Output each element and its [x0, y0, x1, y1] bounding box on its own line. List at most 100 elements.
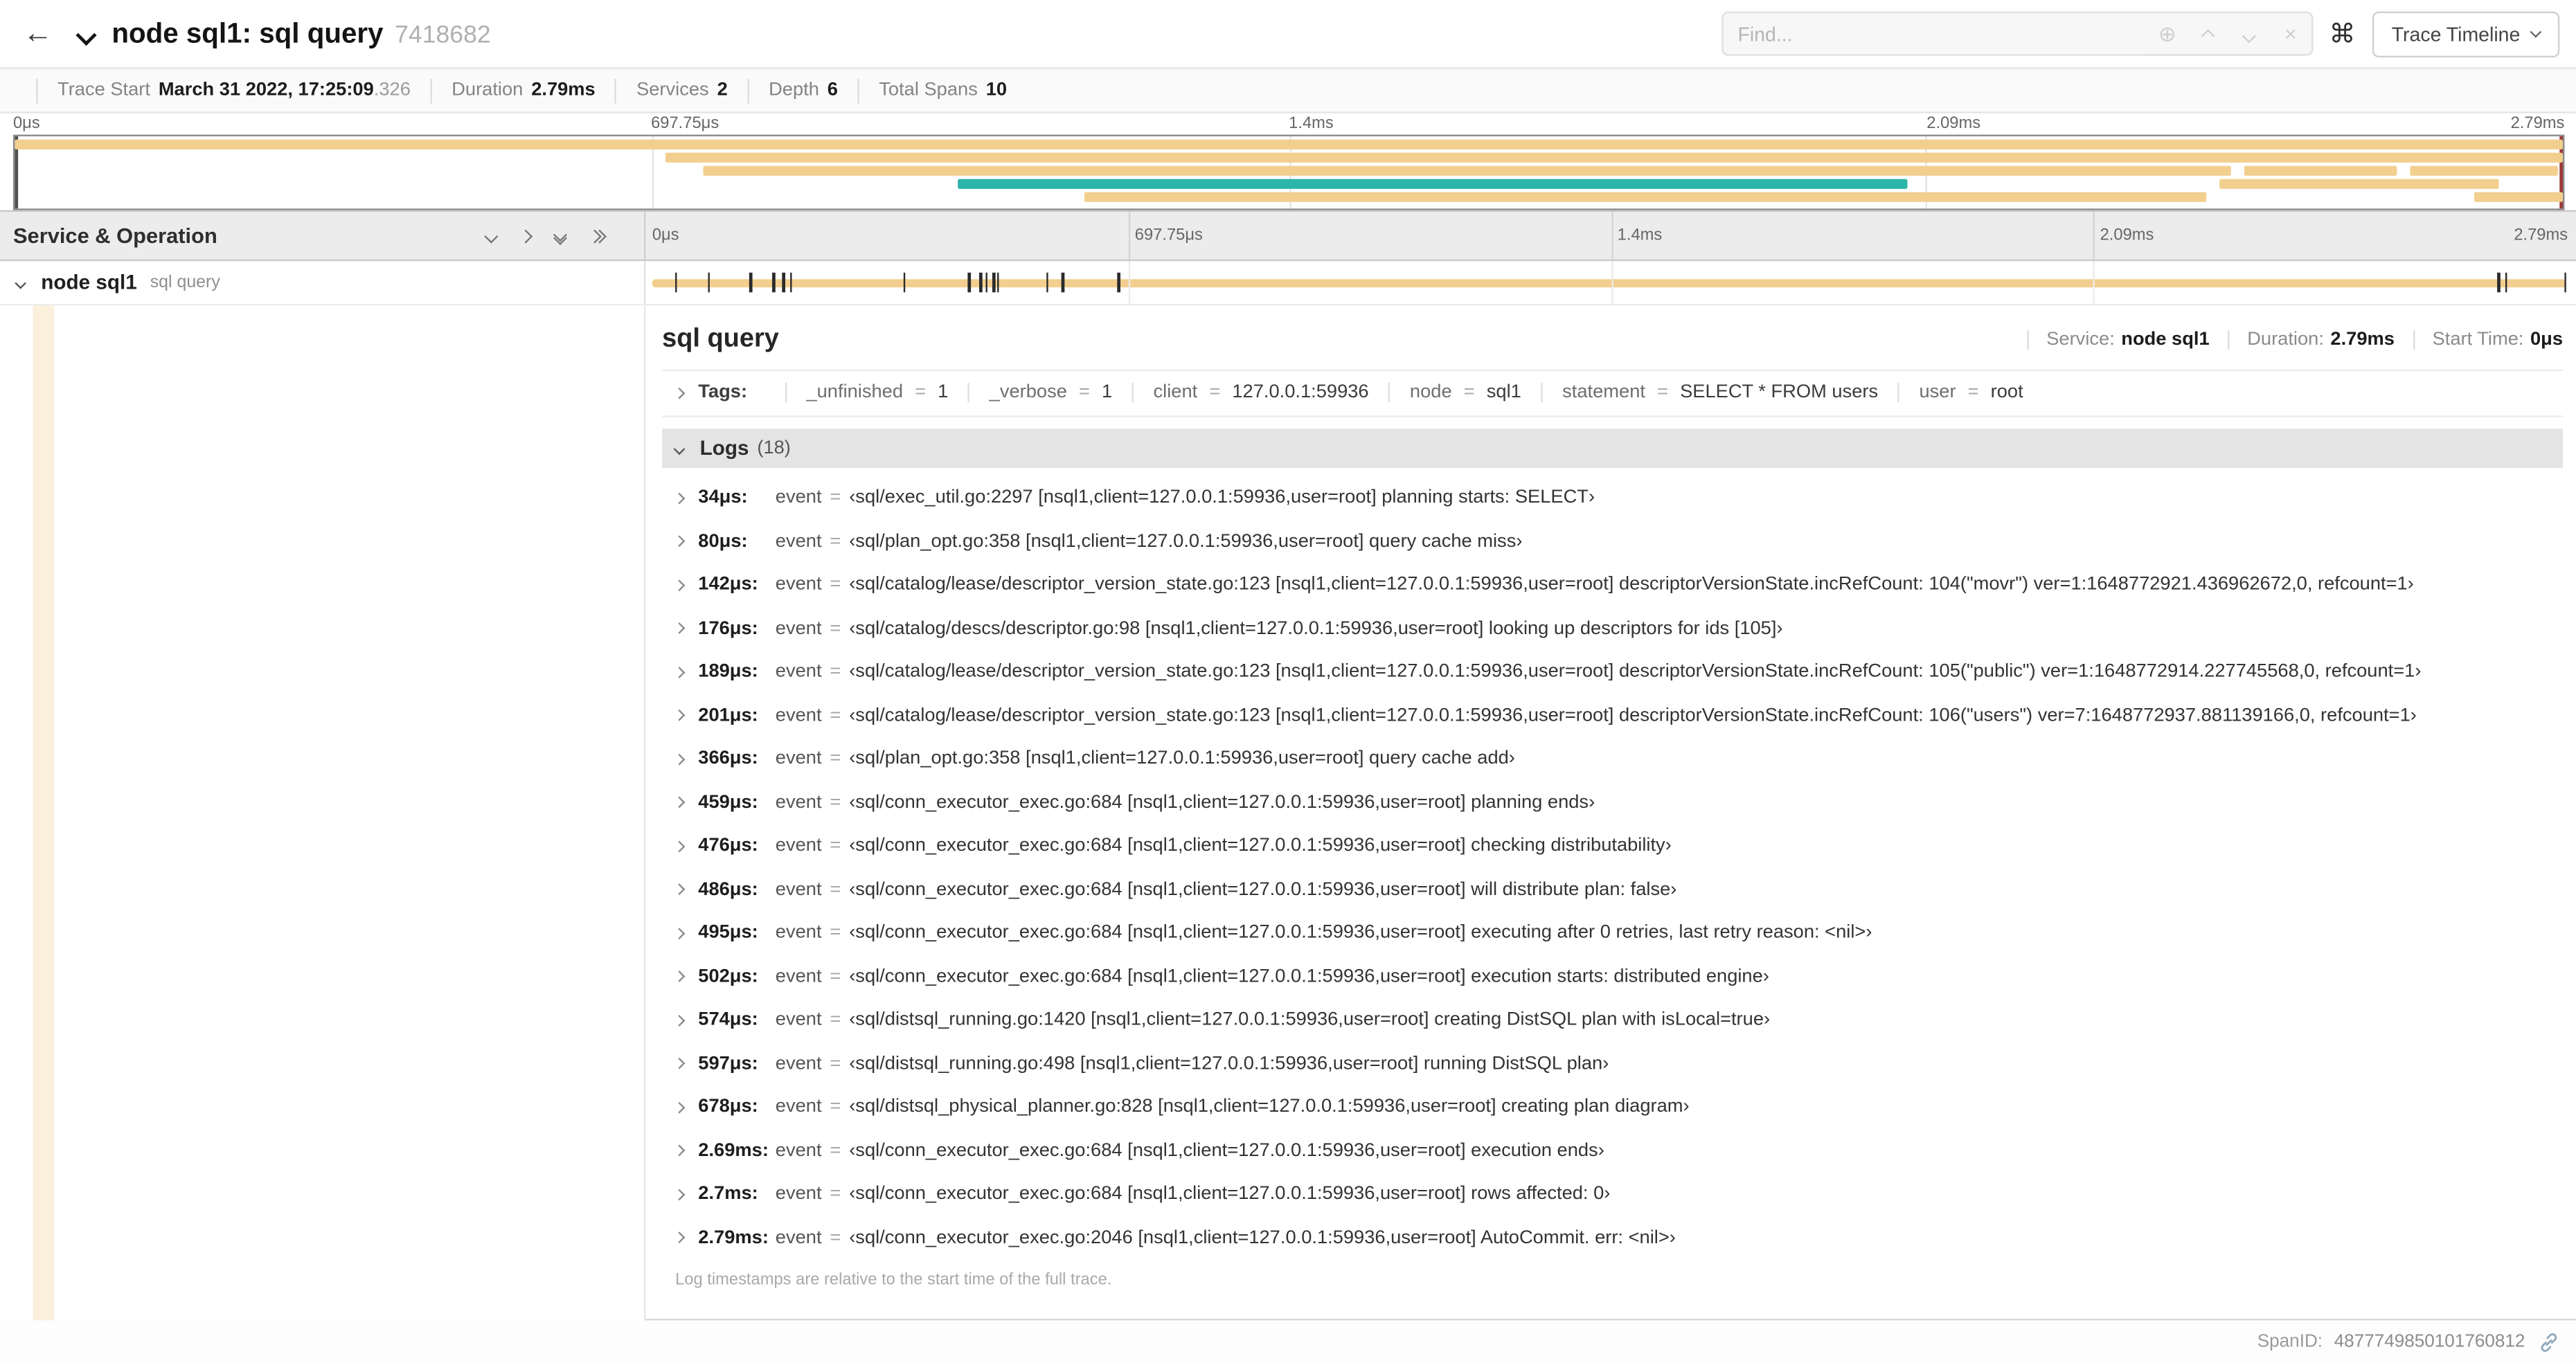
- log-field-value: ‹sql/conn_executor_exec.go:2046 [nsql1,c…: [849, 1227, 1676, 1248]
- log-row[interactable]: 2.79ms: event = ‹sql/conn_executor_exec.…: [662, 1216, 2563, 1260]
- log-row[interactable]: 80μs: event = ‹sql/plan_opt.go:358 [nsql…: [662, 520, 2563, 563]
- span-row[interactable]: node sql1 sql query: [0, 261, 2576, 306]
- page-header: ← node sql1: sql query 7418682 ⊕ × ⌘ Trac…: [0, 0, 2576, 69]
- equals-sign: =: [830, 880, 841, 900]
- log-marker-tick: [985, 272, 988, 293]
- log-row[interactable]: 502μs: event = ‹sql/conn_executor_exec.g…: [662, 955, 2563, 999]
- clear-search-icon[interactable]: ×: [2270, 21, 2311, 46]
- log-expand-chevron-icon[interactable]: [673, 1101, 686, 1114]
- minimap-span-bar: [2219, 179, 2500, 189]
- summary-item: Trace Start March 31 2022, 17:25:09.326: [36, 78, 411, 103]
- tags-row[interactable]: Tags: _unfinished = 1 _verbose = 1 clien…: [662, 369, 2564, 417]
- expand-all-icon[interactable]: [587, 228, 607, 243]
- log-row[interactable]: 201μs: event = ‹sql/catalog/lease/descri…: [662, 694, 2563, 737]
- log-row[interactable]: 34μs: event = ‹sql/exec_util.go:2297 [ns…: [662, 476, 2563, 520]
- header-actions: ⊕ × ⌘ Trace Timeline: [1721, 10, 2560, 57]
- next-result-icon[interactable]: [2229, 21, 2270, 46]
- tag-item: _verbose = 1: [967, 382, 1112, 403]
- span-log-markers: [652, 261, 2567, 304]
- log-expand-chevron-icon[interactable]: [673, 1014, 686, 1027]
- summary-item: Duration 2.79ms: [430, 78, 596, 103]
- time-tick-label: 0μs: [652, 226, 679, 245]
- log-row[interactable]: 142μs: event = ‹sql/catalog/lease/descri…: [662, 563, 2563, 607]
- collapse-one-icon[interactable]: [484, 228, 499, 243]
- tags-expand-chevron-icon[interactable]: [673, 386, 686, 399]
- log-expand-chevron-icon[interactable]: [673, 535, 686, 548]
- log-timestamp: 459μs:: [698, 793, 758, 813]
- log-marker-tick: [782, 272, 785, 293]
- log-timestamp: 495μs:: [698, 923, 758, 944]
- time-tick-label: 697.75μs: [651, 115, 719, 134]
- log-expand-chevron-icon[interactable]: [673, 753, 686, 766]
- deep-link-icon[interactable]: [2538, 1331, 2559, 1353]
- collapse-controls: [484, 227, 631, 244]
- tag-item: node = sql1: [1388, 382, 1521, 403]
- log-expand-chevron-icon[interactable]: [673, 927, 686, 939]
- span-detail-left-gutter: [0, 305, 646, 1321]
- trace-timeline-page: ← node sql1: sql query 7418682 ⊕ × ⌘ Trac…: [0, 0, 2576, 1363]
- logs-section-header[interactable]: Logs (18): [662, 428, 2564, 469]
- log-expand-chevron-icon[interactable]: [673, 1145, 686, 1157]
- logs-title: Logs: [699, 437, 749, 460]
- log-row[interactable]: 574μs: event = ‹sql/distsql_running.go:1…: [662, 998, 2563, 1042]
- log-expand-chevron-icon[interactable]: [673, 622, 686, 635]
- equals-sign: =: [1463, 382, 1475, 403]
- log-expand-chevron-icon[interactable]: [673, 1231, 686, 1244]
- log-marker-tick: [1062, 272, 1064, 293]
- minimap-span-bar: [15, 139, 2564, 150]
- prev-result-icon[interactable]: [2188, 21, 2229, 46]
- log-row[interactable]: 495μs: event = ‹sql/conn_executor_exec.g…: [662, 912, 2563, 955]
- minimap-canvas[interactable]: [12, 134, 2565, 210]
- log-field-value: ‹sql/exec_util.go:2297 [nsql1,client=127…: [849, 488, 1595, 508]
- log-row[interactable]: 2.69ms: event = ‹sql/conn_executor_exec.…: [662, 1129, 2563, 1173]
- log-expand-chevron-icon[interactable]: [673, 492, 686, 504]
- log-field-value: ‹sql/conn_executor_exec.go:684 [nsql1,cl…: [849, 793, 1595, 813]
- log-field-key: event: [775, 880, 822, 900]
- log-row[interactable]: 459μs: event = ‹sql/conn_executor_exec.g…: [662, 781, 2563, 824]
- log-row[interactable]: 678μs: event = ‹sql/distsql_physical_pla…: [662, 1085, 2563, 1129]
- focus-result-icon[interactable]: ⊕: [2147, 21, 2188, 47]
- log-expand-chevron-icon[interactable]: [673, 710, 686, 722]
- equals-sign: =: [1657, 382, 1669, 403]
- summary-item: Depth 6: [747, 78, 838, 103]
- trace-id: 7418682: [395, 20, 491, 48]
- log-expand-chevron-icon[interactable]: [673, 971, 686, 983]
- log-timestamp: 2.79ms:: [698, 1227, 769, 1248]
- log-expand-chevron-icon[interactable]: [673, 579, 686, 591]
- span-detail-row: sql query Service: node sql1 Duration: 2…: [0, 305, 2576, 1321]
- log-expand-chevron-icon[interactable]: [673, 840, 686, 852]
- summary-value: 10: [985, 80, 1008, 100]
- span-row-timeline[interactable]: [645, 261, 2576, 304]
- expand-one-icon[interactable]: [519, 228, 533, 243]
- trace-view-dropdown[interactable]: Trace Timeline: [2372, 10, 2560, 57]
- log-row[interactable]: 486μs: event = ‹sql/conn_executor_exec.g…: [662, 868, 2563, 912]
- span-row-name-column[interactable]: node sql1 sql query: [0, 261, 646, 304]
- log-expand-chevron-icon[interactable]: [673, 1188, 686, 1200]
- log-expand-chevron-icon[interactable]: [673, 797, 686, 809]
- collapse-all-icon[interactable]: [553, 227, 568, 244]
- log-expand-chevron-icon[interactable]: [673, 1058, 686, 1070]
- keyboard-shortcuts-button[interactable]: ⌘: [2329, 17, 2356, 50]
- log-expand-chevron-icon[interactable]: [673, 666, 686, 678]
- tag-value: root: [1990, 382, 2023, 403]
- log-expand-chevron-icon[interactable]: [673, 883, 686, 896]
- log-row[interactable]: 189μs: event = ‹sql/catalog/lease/descri…: [662, 650, 2563, 694]
- back-button[interactable]: ←: [0, 0, 75, 67]
- log-row[interactable]: 597μs: event = ‹sql/distsql_running.go:4…: [662, 1042, 2563, 1085]
- find-input[interactable]: [1723, 12, 2147, 55]
- meta-item: Duration: 2.79ms: [2227, 330, 2395, 350]
- log-row[interactable]: 2.7ms: event = ‹sql/conn_executor_exec.g…: [662, 1173, 2563, 1216]
- log-marker-tick: [772, 272, 776, 293]
- collapse-trace-chevron-icon[interactable]: [75, 22, 97, 46]
- log-field-value: ‹sql/distsql_physical_planner.go:828 [ns…: [849, 1097, 1690, 1117]
- minimap-span-bar: [2244, 165, 2397, 176]
- equals-sign: =: [1209, 382, 1221, 403]
- equals-sign: =: [1078, 382, 1090, 403]
- span-collapse-chevron-icon[interactable]: [15, 276, 27, 289]
- log-field-key: event: [775, 966, 822, 987]
- log-row[interactable]: 476μs: event = ‹sql/conn_executor_exec.g…: [662, 824, 2563, 868]
- log-row[interactable]: 366μs: event = ‹sql/plan_opt.go:358 [nsq…: [662, 737, 2563, 781]
- logs-collapse-chevron-icon[interactable]: [673, 442, 686, 455]
- span-detail-panel: sql query Service: node sql1 Duration: 2…: [645, 305, 2576, 1321]
- log-row[interactable]: 176μs: event = ‹sql/catalog/descs/descri…: [662, 607, 2563, 651]
